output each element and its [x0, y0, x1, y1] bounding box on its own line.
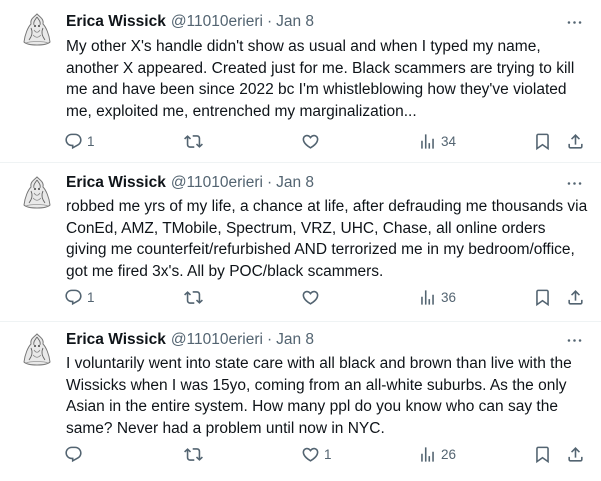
- avatar[interactable]: [16, 330, 58, 372]
- retweet-button[interactable]: [184, 129, 207, 153]
- avatar-image: [16, 173, 58, 215]
- like-button[interactable]: [301, 129, 324, 153]
- avatar-image: [16, 10, 58, 52]
- like-count: 1: [324, 446, 332, 462]
- reply-button[interactable]: 1: [64, 129, 95, 153]
- retweet-button[interactable]: [184, 285, 207, 309]
- author-handle[interactable]: @11010erieri: [171, 330, 263, 350]
- author-name[interactable]: Erica Wissick: [66, 12, 166, 32]
- more-icon[interactable]: [563, 329, 585, 351]
- retweet-button[interactable]: [184, 442, 207, 466]
- tweet-date[interactable]: Jan 8: [276, 173, 314, 193]
- retweet-icon: [184, 445, 203, 464]
- author-handle[interactable]: @11010erieri: [171, 173, 263, 193]
- bookmark-icon: [533, 132, 552, 151]
- views-button[interactable]: 26: [418, 442, 456, 466]
- view-count: 34: [441, 133, 457, 149]
- tweet-header: Erica Wissick @11010erieri · Jan 8: [66, 172, 587, 194]
- author-name[interactable]: Erica Wissick: [66, 330, 166, 350]
- author-handle[interactable]: @11010erieri: [171, 12, 263, 32]
- views-button[interactable]: 34: [418, 129, 456, 153]
- reply-button[interactable]: 1: [64, 285, 95, 309]
- tweet-date[interactable]: Jan 8: [276, 12, 314, 32]
- separator-dot: ·: [266, 13, 273, 30]
- tweet[interactable]: Erica Wissick @11010erieri · Jan 8 I vol…: [0, 322, 601, 481]
- views-button[interactable]: 36: [418, 285, 456, 309]
- more-icon[interactable]: [563, 172, 585, 194]
- avatar[interactable]: [16, 173, 58, 215]
- tweet-text: robbed me yrs of my life, a chance at li…: [66, 198, 588, 280]
- heart-icon: [301, 445, 320, 464]
- views-icon: [418, 288, 437, 307]
- reply-count: 1: [87, 133, 95, 149]
- tweet-header: Erica Wissick @11010erieri · Jan 8: [66, 329, 587, 351]
- tweet[interactable]: Erica Wissick @11010erieri · Jan 8 My ot…: [0, 0, 601, 162]
- share-button[interactable]: [566, 129, 585, 153]
- like-button[interactable]: 1: [301, 442, 332, 466]
- reply-button[interactable]: [64, 442, 87, 466]
- tweet-date[interactable]: Jan 8: [276, 330, 314, 350]
- share-icon: [566, 445, 585, 464]
- retweet-icon: [184, 288, 203, 307]
- tweet-text: I voluntarily went into state care with …: [66, 355, 572, 437]
- separator-dot: ·: [266, 331, 273, 348]
- share-icon: [566, 288, 585, 307]
- reply-icon: [64, 445, 83, 464]
- avatar[interactable]: [16, 10, 58, 52]
- avatar-image: [16, 330, 58, 372]
- tweet-actions: 1 36: [64, 285, 588, 309]
- bookmark-button[interactable]: [533, 285, 552, 309]
- views-icon: [418, 132, 437, 151]
- reply-icon: [64, 132, 83, 151]
- heart-icon: [301, 132, 320, 151]
- view-count: 26: [441, 446, 457, 462]
- tweet-header: Erica Wissick @11010erieri · Jan 8: [66, 11, 587, 33]
- heart-icon: [301, 288, 320, 307]
- bookmark-button[interactable]: [533, 442, 552, 466]
- tweet[interactable]: Erica Wissick @11010erieri · Jan 8 robbe…: [0, 163, 601, 321]
- share-button[interactable]: [566, 285, 585, 309]
- bookmark-button[interactable]: [533, 129, 552, 153]
- tweet-actions: 1 26: [64, 442, 588, 466]
- views-icon: [418, 445, 437, 464]
- author-name[interactable]: Erica Wissick: [66, 173, 166, 193]
- more-icon[interactable]: [563, 11, 585, 33]
- reply-count: 1: [87, 289, 95, 305]
- like-button[interactable]: [301, 285, 324, 309]
- tweet-actions: 1 34: [64, 129, 588, 153]
- bookmark-icon: [533, 445, 552, 464]
- reply-icon: [64, 288, 83, 307]
- retweet-icon: [184, 132, 203, 151]
- tweet-text: My other X's handle didn't show as usual…: [66, 38, 575, 120]
- share-icon: [566, 132, 585, 151]
- bookmark-icon: [533, 288, 552, 307]
- share-button[interactable]: [566, 442, 585, 466]
- view-count: 36: [441, 289, 457, 305]
- separator-dot: ·: [266, 174, 273, 191]
